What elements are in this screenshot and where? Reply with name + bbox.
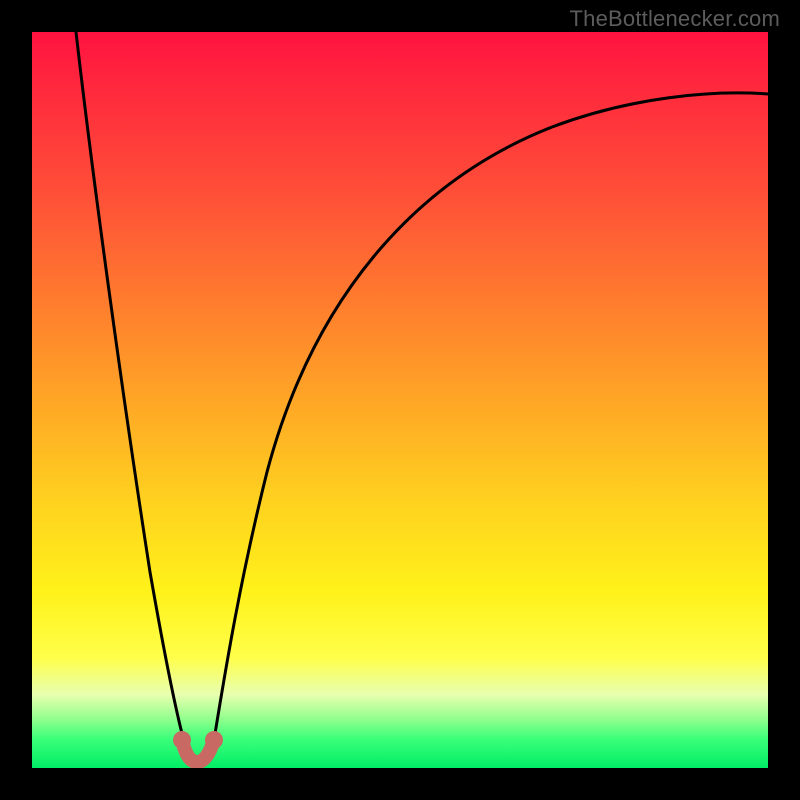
attribution-label: TheBottlenecker.com [570, 6, 780, 32]
chart-plot-area [32, 32, 768, 768]
curve-left [76, 32, 187, 752]
chart-frame: TheBottlenecker.com [0, 0, 800, 800]
valley-dot-right [205, 731, 223, 749]
chart-curves-svg [32, 32, 768, 768]
valley-dot-left [173, 731, 191, 749]
curve-right [212, 93, 768, 752]
